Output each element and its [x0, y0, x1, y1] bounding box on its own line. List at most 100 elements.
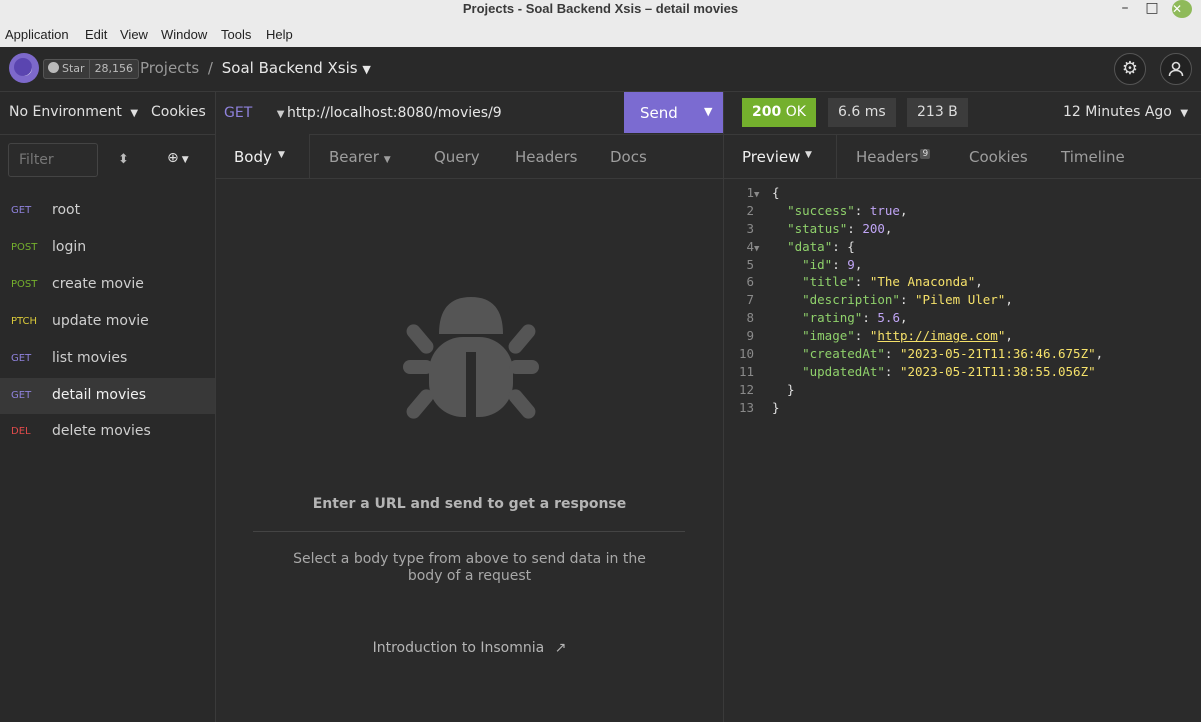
tab-headers[interactable]: Headers [515, 148, 577, 166]
tab-bearer[interactable]: Bearer ▼ [329, 148, 391, 166]
chevron-down-icon[interactable]: ▼ [704, 105, 712, 118]
request-name: list movies [52, 349, 128, 366]
environment-bar: No Environment ▼ Cookies [0, 92, 215, 135]
project-dropdown[interactable]: Soal Backend Xsis ▼ [222, 59, 371, 77]
code-line: 4▼ "data": { [746, 238, 855, 254]
code-line: 6 "title": "The Anaconda", [746, 274, 983, 290]
request-method-tag: POST [11, 278, 38, 290]
request-tabs: Body ▼ Bearer ▼ Query Headers Docs [216, 134, 723, 179]
sidebar-request-item[interactable]: DEL delete movies [0, 414, 215, 450]
code-line: 13} [738, 399, 780, 415]
maximize-button[interactable]: □ [1142, 0, 1162, 18]
star-count: 28,156 [94, 62, 134, 75]
tab-cookies[interactable]: Cookies [969, 148, 1028, 166]
chevron-down-icon: ▼ [278, 150, 285, 160]
chevron-down-icon: ▼ [1180, 108, 1189, 119]
menu-edit[interactable]: Edit [85, 27, 107, 42]
sidebar-request-item[interactable]: GET detail movies [0, 377, 215, 414]
breadcrumb-projects[interactable]: Projects [140, 59, 199, 77]
project-name: Soal Backend Xsis [221, 59, 358, 77]
sidebar-request-item[interactable]: GET root [0, 193, 215, 229]
code-line: 1▼{ [746, 185, 780, 200]
empty-state-subtitle: Select a body type from above to send da… [293, 551, 646, 584]
status-code: 200 [752, 104, 782, 120]
request-name: update movie [52, 312, 149, 329]
chevron-down-icon: ▼ [276, 109, 285, 120]
chevron-down-icon: ▼ [181, 155, 189, 165]
account-button[interactable] [1160, 53, 1192, 85]
tab-bearer-label: Bearer [329, 148, 379, 166]
os-titlebar: Projects - Soal Backend Xsis – detail mo… [0, 0, 1201, 24]
tab-response-headers[interactable]: Headers 9 [856, 148, 931, 166]
code-line: 11 "updatedAt": "2023-05-21T11:38:55.056… [738, 363, 1096, 379]
menu-help[interactable]: Help [266, 27, 293, 42]
close-button[interactable]: ✕ [1172, 0, 1192, 18]
status-badge: 200 OK [742, 98, 816, 127]
method-select[interactable]: GET ▼ [224, 105, 284, 121]
intro-link[interactable]: Introduction to Insomnia ↗ [216, 640, 723, 656]
response-size-badge: 213 B [907, 98, 968, 127]
github-star-button[interactable]: Star 28,156 [43, 59, 140, 79]
request-name: detail movies [52, 386, 147, 403]
image-url-link[interactable]: http://image.com [877, 328, 997, 343]
code-line: 5 "id": 9, [746, 256, 863, 272]
add-request-button[interactable]: ⊕ ▼ [167, 150, 189, 166]
star-label: Star [62, 62, 85, 75]
sidebar-request-item[interactable]: POST login [0, 230, 215, 266]
url-input[interactable] [287, 99, 617, 127]
code-line: 9 "image": "http://image.com", [746, 328, 1013, 344]
code-line: 7 "description": "Pilem Uler", [746, 292, 1013, 308]
tab-docs[interactable]: Docs [610, 148, 647, 166]
menu-window[interactable]: Window [161, 27, 207, 42]
minimize-button[interactable]: – [1115, 0, 1135, 18]
time-ago-label: 12 Minutes Ago [1063, 104, 1172, 120]
menu-application[interactable]: Application [5, 27, 69, 42]
code-line: 12 } [738, 381, 795, 397]
external-link-icon: ↗ [554, 640, 567, 656]
code-line: 3 "status": 200, [746, 220, 893, 236]
app-header: Star 28,156 Projects / Soal Backend Xsis… [0, 47, 1201, 92]
chevron-down-icon: ▼ [130, 108, 139, 119]
tab-body-label: Body [234, 148, 272, 166]
sidebar-request-item[interactable]: PTCH update movie [0, 304, 215, 340]
response-body-viewer[interactable]: 1▼{ 2 "success": true, 3 "status": 200, … [724, 184, 1201, 417]
tab-body[interactable]: Body ▼ [216, 134, 310, 178]
request-name: login [52, 238, 87, 255]
insomnia-logo[interactable] [9, 53, 39, 83]
code-line: 10 "createdAt": "2023-05-21T11:36:46.675… [738, 346, 1104, 362]
tab-query[interactable]: Query [434, 148, 480, 166]
history-dropdown[interactable]: 12 Minutes Ago ▼ [1063, 104, 1188, 120]
tab-preview[interactable]: Preview ▼ [724, 134, 837, 178]
send-button[interactable]: Send ▼ [624, 92, 723, 133]
sidebar: No Environment ▼ Cookies ⬍ ⊕▼ GET root POS… [0, 92, 216, 722]
sort-icon[interactable]: ⬍ [118, 152, 129, 167]
breadcrumb: Projects / Soal Backend Xsis ▼ [140, 59, 371, 77]
request-method-tag: GET [11, 389, 32, 401]
status-text: OK [785, 104, 806, 120]
menubar: Application Edit View Window Tools Help [0, 24, 1201, 47]
settings-button[interactable]: ⚙ [1114, 53, 1146, 85]
sidebar-request-item[interactable]: POST create movie [0, 267, 215, 303]
response-time-badge: 6.6 ms [828, 98, 896, 127]
window-title: Projects - Soal Backend Xsis – detail mo… [462, 1, 739, 16]
menu-view[interactable]: View [120, 27, 148, 42]
request-method-tag: DEL [11, 426, 31, 438]
bug-icon [403, 297, 539, 419]
request-method-tag: POST [11, 241, 38, 253]
sidebar-request-item[interactable]: GET list movies [0, 341, 215, 377]
request-name: root [52, 202, 81, 218]
tab-timeline[interactable]: Timeline [1061, 148, 1125, 166]
github-icon [48, 62, 59, 73]
filter-input[interactable] [8, 143, 98, 177]
request-method-tag: GET [11, 205, 32, 216]
method-label: GET [224, 105, 253, 121]
send-label: Send [640, 104, 678, 122]
cookies-button[interactable]: Cookies [151, 104, 206, 120]
environment-select[interactable]: No Environment ▼ [9, 104, 138, 120]
chevron-down-icon: ▼ [805, 150, 812, 160]
response-panel: 200 OK 6.6 ms 213 B 12 Minutes Ago ▼ Pre… [724, 92, 1201, 722]
menu-tools[interactable]: Tools [221, 27, 251, 42]
request-method-tag: PTCH [11, 315, 38, 327]
tab-response-headers-label: Headers [856, 148, 919, 166]
request-panel: GET ▼ Send ▼ Body ▼ Bearer ▼ Query Heade… [216, 92, 724, 722]
